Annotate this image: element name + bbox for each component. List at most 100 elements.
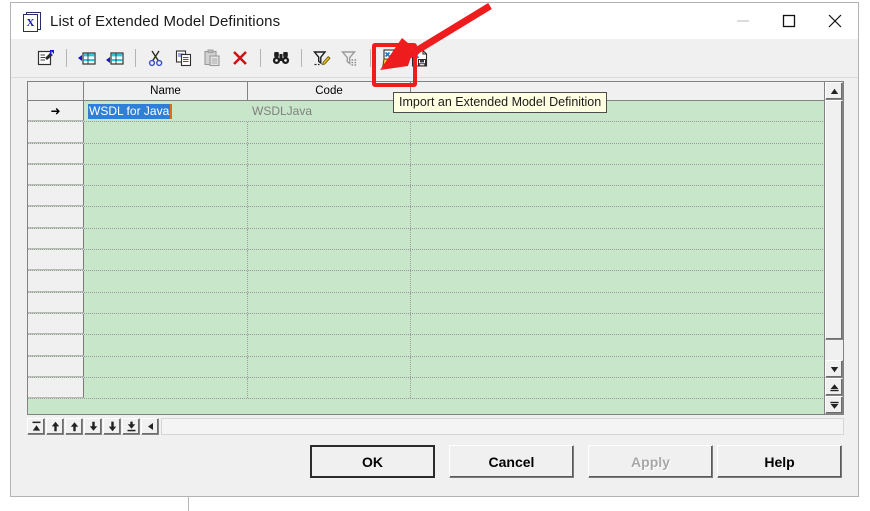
cell-filler[interactable] bbox=[411, 229, 843, 249]
row-marker[interactable] bbox=[28, 377, 84, 399]
cell-code[interactable] bbox=[248, 292, 411, 313]
row-marker[interactable] bbox=[28, 313, 84, 335]
row-marker[interactable] bbox=[28, 271, 84, 292]
cut-icon[interactable] bbox=[143, 45, 169, 71]
cell-name[interactable] bbox=[84, 377, 248, 399]
row-marker[interactable] bbox=[28, 292, 84, 313]
row-marker[interactable] bbox=[28, 250, 84, 271]
export-xem-icon[interactable] bbox=[406, 45, 432, 71]
apply-filter-icon[interactable] bbox=[337, 45, 363, 71]
close-icon[interactable] bbox=[812, 3, 858, 39]
cell-name[interactable] bbox=[84, 186, 248, 207]
horizontal-scrollbar[interactable] bbox=[161, 417, 844, 435]
page-bottom-icon[interactable] bbox=[825, 396, 843, 414]
find-icon[interactable] bbox=[268, 45, 294, 71]
table-row[interactable] bbox=[28, 292, 843, 314]
cell-name[interactable] bbox=[84, 143, 248, 164]
table-row[interactable] bbox=[28, 228, 843, 251]
cell-name[interactable] bbox=[84, 228, 248, 250]
cell-name[interactable] bbox=[84, 271, 248, 292]
cell-filler[interactable] bbox=[411, 335, 843, 355]
table-row[interactable] bbox=[28, 271, 843, 293]
table-row[interactable] bbox=[28, 356, 843, 378]
row-marker[interactable] bbox=[28, 335, 84, 356]
row-marker[interactable] bbox=[28, 122, 84, 143]
table-row[interactable] bbox=[28, 250, 843, 272]
delete-icon[interactable] bbox=[227, 45, 253, 71]
extended-model-definitions-table[interactable]: Name Code ➜ WSDL for Java WSDLJava bbox=[27, 81, 844, 415]
cell-name[interactable] bbox=[84, 207, 248, 228]
cell-code[interactable] bbox=[248, 250, 411, 271]
cell-name[interactable] bbox=[84, 356, 248, 377]
row-marker[interactable]: ➜ bbox=[28, 101, 84, 122]
table-row[interactable] bbox=[28, 335, 843, 357]
cell-filler[interactable] bbox=[411, 207, 843, 227]
cell-code[interactable] bbox=[248, 377, 411, 399]
cell-code[interactable] bbox=[248, 143, 411, 164]
move-up-icon[interactable] bbox=[65, 417, 83, 435]
cell-filler[interactable] bbox=[411, 122, 843, 142]
move-up-top-icon[interactable] bbox=[46, 417, 64, 435]
move-down-bottom-icon[interactable] bbox=[103, 417, 121, 435]
row-marker[interactable] bbox=[28, 186, 84, 207]
cell-name[interactable] bbox=[84, 164, 248, 186]
insert-row-icon[interactable] bbox=[74, 45, 100, 71]
cell-name[interactable] bbox=[84, 335, 248, 356]
copy-icon[interactable] bbox=[171, 45, 197, 71]
table-row[interactable] bbox=[28, 122, 843, 144]
row-marker[interactable] bbox=[28, 228, 84, 250]
table-row[interactable] bbox=[28, 164, 843, 187]
cell-code[interactable] bbox=[248, 186, 411, 207]
cell-code[interactable] bbox=[248, 207, 411, 228]
table-row[interactable] bbox=[28, 186, 843, 208]
cell-code[interactable]: WSDLJava bbox=[248, 101, 411, 121]
cell-filler[interactable] bbox=[411, 165, 843, 185]
cell-filler[interactable] bbox=[411, 186, 843, 206]
cell-filler[interactable] bbox=[411, 250, 843, 270]
go-first-icon[interactable] bbox=[27, 417, 45, 435]
vertical-scrollbar[interactable] bbox=[824, 82, 843, 414]
cell-name[interactable] bbox=[84, 313, 248, 335]
cell-code[interactable] bbox=[248, 228, 411, 250]
column-header-name[interactable]: Name bbox=[84, 82, 248, 100]
cell-filler[interactable] bbox=[411, 378, 843, 398]
cell-name[interactable] bbox=[84, 292, 248, 313]
table-row[interactable] bbox=[28, 207, 843, 229]
scroll-left-icon[interactable] bbox=[141, 417, 159, 435]
cell-name[interactable] bbox=[84, 122, 248, 143]
scroll-up-icon[interactable] bbox=[825, 82, 843, 100]
paste-icon[interactable] bbox=[199, 45, 225, 71]
cell-code[interactable] bbox=[248, 122, 411, 143]
cell-name[interactable]: WSDL for Java bbox=[84, 101, 248, 121]
help-button[interactable]: Help bbox=[717, 445, 842, 478]
table-row[interactable] bbox=[28, 143, 843, 165]
column-header-selector[interactable] bbox=[28, 82, 84, 100]
row-marker[interactable] bbox=[28, 164, 84, 186]
cell-filler[interactable] bbox=[411, 357, 843, 377]
edit-filter-icon[interactable] bbox=[309, 45, 335, 71]
cell-code[interactable] bbox=[248, 356, 411, 377]
move-down-icon[interactable] bbox=[84, 417, 102, 435]
column-header-code[interactable]: Code bbox=[248, 82, 411, 100]
maximize-icon[interactable] bbox=[766, 3, 812, 39]
cell-filler[interactable] bbox=[411, 293, 843, 313]
add-row-icon[interactable] bbox=[102, 45, 128, 71]
scroll-down-icon[interactable] bbox=[825, 360, 843, 378]
row-marker[interactable] bbox=[28, 143, 84, 164]
cell-filler[interactable] bbox=[411, 271, 843, 291]
cancel-button[interactable]: Cancel bbox=[449, 445, 574, 478]
cell-code[interactable] bbox=[248, 335, 411, 356]
cell-name[interactable] bbox=[84, 250, 248, 271]
page-top-icon[interactable] bbox=[825, 378, 843, 396]
ok-button[interactable]: OK bbox=[310, 445, 435, 478]
cell-filler[interactable] bbox=[411, 144, 843, 164]
cell-code[interactable] bbox=[248, 313, 411, 335]
import-xem-icon[interactable] bbox=[378, 45, 404, 71]
table-row[interactable] bbox=[28, 377, 843, 400]
properties-icon[interactable] bbox=[33, 45, 59, 71]
row-marker[interactable] bbox=[28, 207, 84, 228]
cell-code[interactable] bbox=[248, 164, 411, 186]
scrollbar-thumb[interactable] bbox=[825, 100, 843, 340]
cell-filler[interactable] bbox=[411, 314, 843, 334]
go-last-icon[interactable] bbox=[122, 417, 140, 435]
